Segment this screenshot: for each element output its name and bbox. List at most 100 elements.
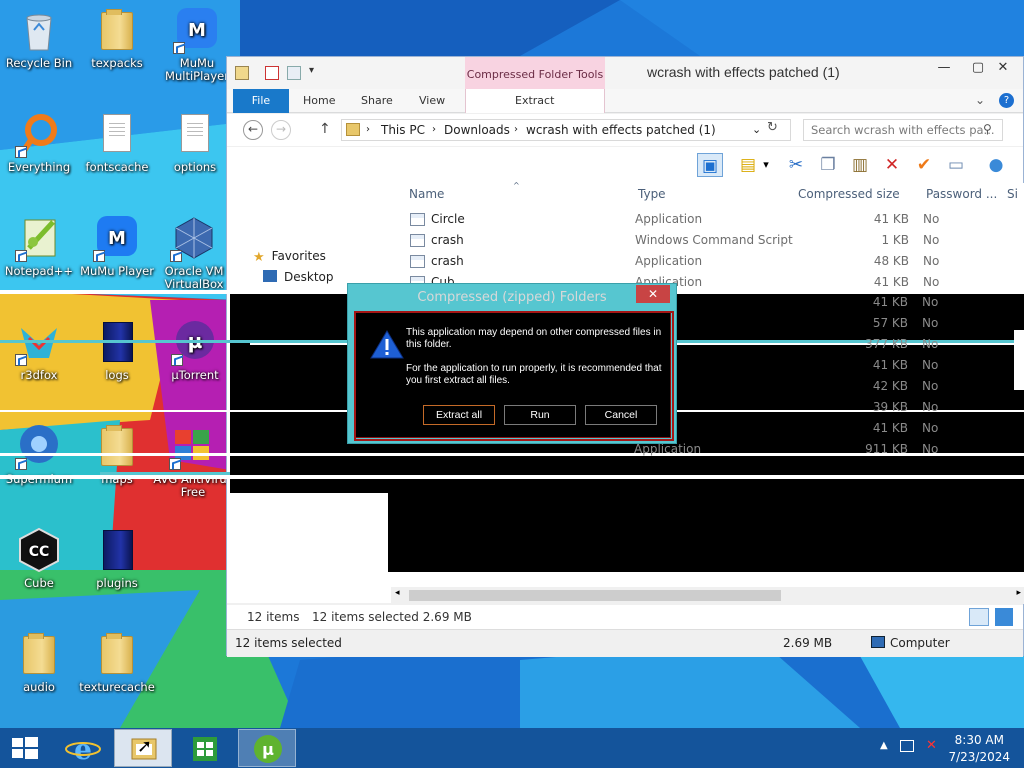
paste-icon[interactable]: ▥ — [847, 153, 873, 177]
desktop-icon-fontscache[interactable]: fontscache — [78, 110, 156, 174]
windows-store-button[interactable] — [176, 729, 234, 767]
desktop-icon-utorrent[interactable]: µ µTorrent — [156, 318, 234, 382]
delete-icon[interactable]: ✕ — [879, 153, 905, 177]
column-extra[interactable]: Si — [1007, 187, 1018, 201]
history-dropdown-icon[interactable]: ⌄ — [752, 120, 761, 140]
close-button[interactable]: ✕ — [983, 57, 1023, 81]
customize-quick-access-icon[interactable]: ▾ — [309, 65, 314, 76]
network-icon[interactable]: ● — [983, 153, 1009, 177]
table-row[interactable]: Circle Application 41 KB No — [407, 209, 1019, 230]
cancel-button[interactable]: Cancel — [585, 405, 657, 425]
extract-all-button[interactable]: Extract all — [423, 405, 495, 425]
contextual-tab-group: Compressed Folder Tools — [465, 57, 605, 89]
file-password: No — [923, 275, 940, 289]
desktop-icon-cube[interactable]: CC Cube — [0, 526, 78, 590]
nav-label: Network — [274, 438, 325, 452]
start-button[interactable] — [0, 729, 58, 767]
desktop-icon-plugins[interactable]: plugins — [78, 526, 156, 590]
document-icon — [181, 114, 209, 152]
forward-button[interactable]: → — [271, 120, 291, 140]
desktop-icon-mumu-player[interactable]: M MuMu Player — [78, 214, 156, 278]
file-type: Windows Command Script — [635, 233, 793, 247]
nav-desktop[interactable]: Desktop — [263, 268, 334, 286]
desktop-icon-avg-antivirus[interactable]: AVG AntiVirus Free — [150, 422, 236, 499]
desktop-icon-mumu-multiplayer[interactable]: M MuMu MultiPlayer — [158, 6, 236, 83]
back-button[interactable]: ← — [243, 120, 263, 140]
search-icon: ⚲ — [983, 122, 992, 136]
svg-text:µ: µ — [262, 740, 274, 759]
column-compressed-size[interactable]: Compressed size — [798, 187, 900, 201]
table-row[interactable]: crash Windows Command Script 1 KB No — [407, 230, 1019, 251]
star-icon: ★ — [253, 250, 265, 265]
desktop-icon-audio[interactable]: audio — [0, 630, 78, 694]
checkmark-icon[interactable]: ✔ — [911, 153, 937, 177]
desktop-icon-logs[interactable]: logs — [78, 318, 156, 382]
refresh-button[interactable]: ↻ — [767, 120, 778, 135]
tab-home[interactable]: Home — [289, 89, 349, 113]
network-status-icon[interactable] — [900, 740, 914, 752]
scroll-left-icon[interactable]: ◂ — [395, 588, 400, 598]
folder-options-icon[interactable]: ▤ — [735, 153, 761, 177]
minimize-button[interactable]: — — [927, 57, 961, 81]
desktop-icon-texturecache[interactable]: texturecache — [78, 630, 156, 694]
desktop-icon-recycle-bin[interactable]: Recycle Bin — [0, 6, 78, 70]
scrollbar-thumb[interactable] — [409, 590, 781, 601]
scroll-right-icon[interactable]: ▸ — [1016, 588, 1021, 598]
search-input[interactable]: Search wcrash with effects pa... — [803, 119, 1003, 141]
expand-ribbon-icon[interactable]: ⌄ — [975, 93, 985, 107]
nav-homegroup[interactable]: Homegroup — [253, 352, 344, 370]
folder-icon[interactable] — [235, 66, 249, 80]
properties-icon[interactable] — [265, 66, 279, 80]
breadcrumb-downloads[interactable]: Downloads — [444, 120, 510, 140]
show-hidden-icons-icon[interactable]: ▲ — [880, 740, 888, 751]
icon-label: Notepad++ — [4, 264, 74, 278]
tab-view[interactable]: View — [405, 89, 459, 113]
details-view-icon[interactable] — [969, 608, 989, 626]
help-icon[interactable]: ? — [999, 93, 1014, 108]
new-folder-icon[interactable] — [287, 66, 301, 80]
horizontal-scrollbar[interactable]: ◂ ▸ — [391, 587, 1024, 604]
dropdown-arrow-icon[interactable]: ▾ — [759, 153, 773, 177]
preview-pane-icon[interactable]: ▣ — [697, 153, 723, 177]
clock-time[interactable]: 8:30 AM — [955, 733, 1004, 747]
copy-icon[interactable]: ❐ — [815, 153, 841, 177]
clock-date[interactable]: 7/23/2024 — [948, 750, 1010, 764]
nav-this-pc[interactable]: This PC — [253, 394, 318, 412]
nav-downloads[interactable]: Downloads — [263, 289, 350, 307]
utorrent-taskbar-button[interactable]: µ — [238, 729, 296, 767]
desktop-icon-r3dfox[interactable]: r3dfox — [0, 318, 78, 382]
tab-extract[interactable]: Extract — [501, 89, 568, 113]
desktop-icon-maps[interactable]: maps — [78, 422, 156, 486]
internet-explorer-button[interactable]: e — [54, 729, 112, 767]
nav-favorites[interactable]: ★ Favorites — [253, 247, 326, 265]
dialog-close-button[interactable]: ✕ — [636, 285, 670, 303]
cut-icon[interactable]: ✂ — [783, 153, 809, 177]
tab-file[interactable]: File — [233, 89, 289, 113]
desktop-icon-texpacks[interactable]: texpacks — [78, 6, 156, 70]
column-password[interactable]: Password ... — [926, 187, 997, 201]
breadcrumb[interactable]: › This PC › Downloads › wcrash with effe… — [341, 119, 791, 141]
column-type[interactable]: Type — [638, 187, 666, 201]
desktop-icon-options[interactable]: options — [156, 110, 234, 174]
large-icons-view-icon[interactable] — [995, 608, 1013, 626]
tab-share[interactable]: Share — [347, 89, 407, 113]
svg-text:e: e — [74, 733, 92, 766]
nav-network[interactable]: Network — [253, 436, 324, 454]
desktop-icon-everything[interactable]: Everything — [0, 110, 78, 174]
title-bar: ▾ Compressed Folder Tools wcrash with ef… — [227, 57, 1023, 89]
icon-label: texpacks — [91, 56, 143, 70]
network-icon — [253, 438, 267, 450]
desktop-icon-notepad-plus-plus[interactable]: Notepad++ — [0, 214, 78, 278]
folder-icon — [101, 9, 133, 50]
column-name[interactable]: Name — [409, 187, 444, 201]
run-button[interactable]: Run — [504, 405, 576, 425]
desktop-icon-virtualbox[interactable]: Oracle VM VirtualBox — [152, 214, 236, 291]
desktop-icon-supermium[interactable]: Supermium — [0, 422, 78, 486]
breadcrumb-this-pc[interactable]: This PC — [381, 120, 425, 140]
breadcrumb-current-folder[interactable]: wcrash with effects patched (1) — [526, 120, 716, 140]
file-explorer-button[interactable]: ➚ — [114, 729, 172, 767]
table-row[interactable]: crash Application 48 KB No — [407, 251, 1019, 272]
rename-icon[interactable]: ▭ — [943, 153, 969, 177]
up-button[interactable]: ↑ — [319, 121, 331, 137]
volume-muted-icon[interactable]: ✕ — [926, 738, 937, 753]
